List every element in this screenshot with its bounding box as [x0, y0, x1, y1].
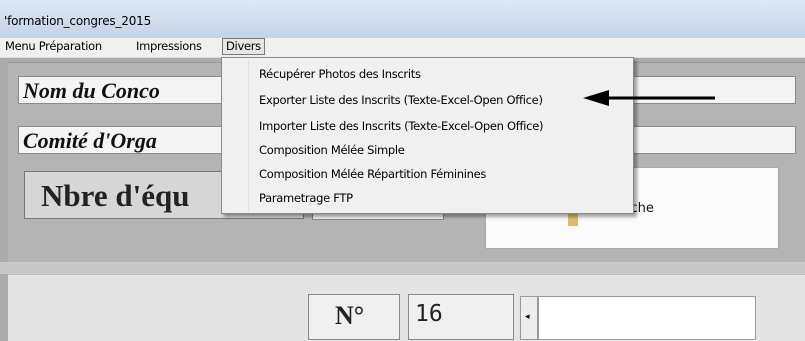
menu-item-melee-simple[interactable]: Composition Mélée Simple [259, 140, 405, 160]
menu-item-recuperer-photos[interactable]: Récupérer Photos des Inscrits [259, 64, 421, 84]
menu-item-melee-feminines[interactable]: Composition Mélée Répartition Féminines [259, 164, 486, 184]
comite-label: Comité d'Orga [23, 128, 157, 153]
nom-concours-label: Nom du Conco [23, 78, 160, 103]
annotation-arrow-icon [583, 90, 715, 106]
menu-item-parametrage-ftp[interactable]: Parametrage FTP [259, 188, 353, 208]
menu-preparation[interactable]: Menu Préparation [2, 39, 105, 54]
scroll-left-button[interactable]: ◂ [520, 296, 538, 340]
nbre-equipes-label: Nbre d'équ [41, 178, 190, 213]
numero-value-box[interactable]: 16 [408, 294, 514, 340]
numero-value: 16 [415, 301, 443, 327]
menu-item-exporter-liste[interactable]: Exporter Liste des Inscrits (Texte-Excel… [259, 90, 543, 110]
arrow-left-icon: ◂ [525, 311, 530, 321]
name-input[interactable] [538, 296, 756, 340]
comite-input[interactable] [626, 126, 796, 154]
numero-label: N° [335, 301, 365, 330]
menu-gutter [248, 60, 249, 211]
numero-label-box: N° [308, 294, 400, 340]
divers-dropdown-menu: Récupérer Photos des Inscrits Exporter L… [221, 57, 634, 214]
menu-divers[interactable]: Divers [222, 38, 265, 55]
title-bar: 'formation_congres_2015 [0, 0, 805, 38]
window-title: 'formation_congres_2015 [4, 14, 152, 28]
menu-item-importer-liste[interactable]: Importer Liste des Inscrits (Texte-Excel… [259, 116, 543, 136]
menu-bar: Menu Préparation Impressions Divers [0, 38, 805, 58]
separator-band [0, 262, 805, 274]
menu-impressions[interactable]: Impressions [133, 39, 205, 54]
